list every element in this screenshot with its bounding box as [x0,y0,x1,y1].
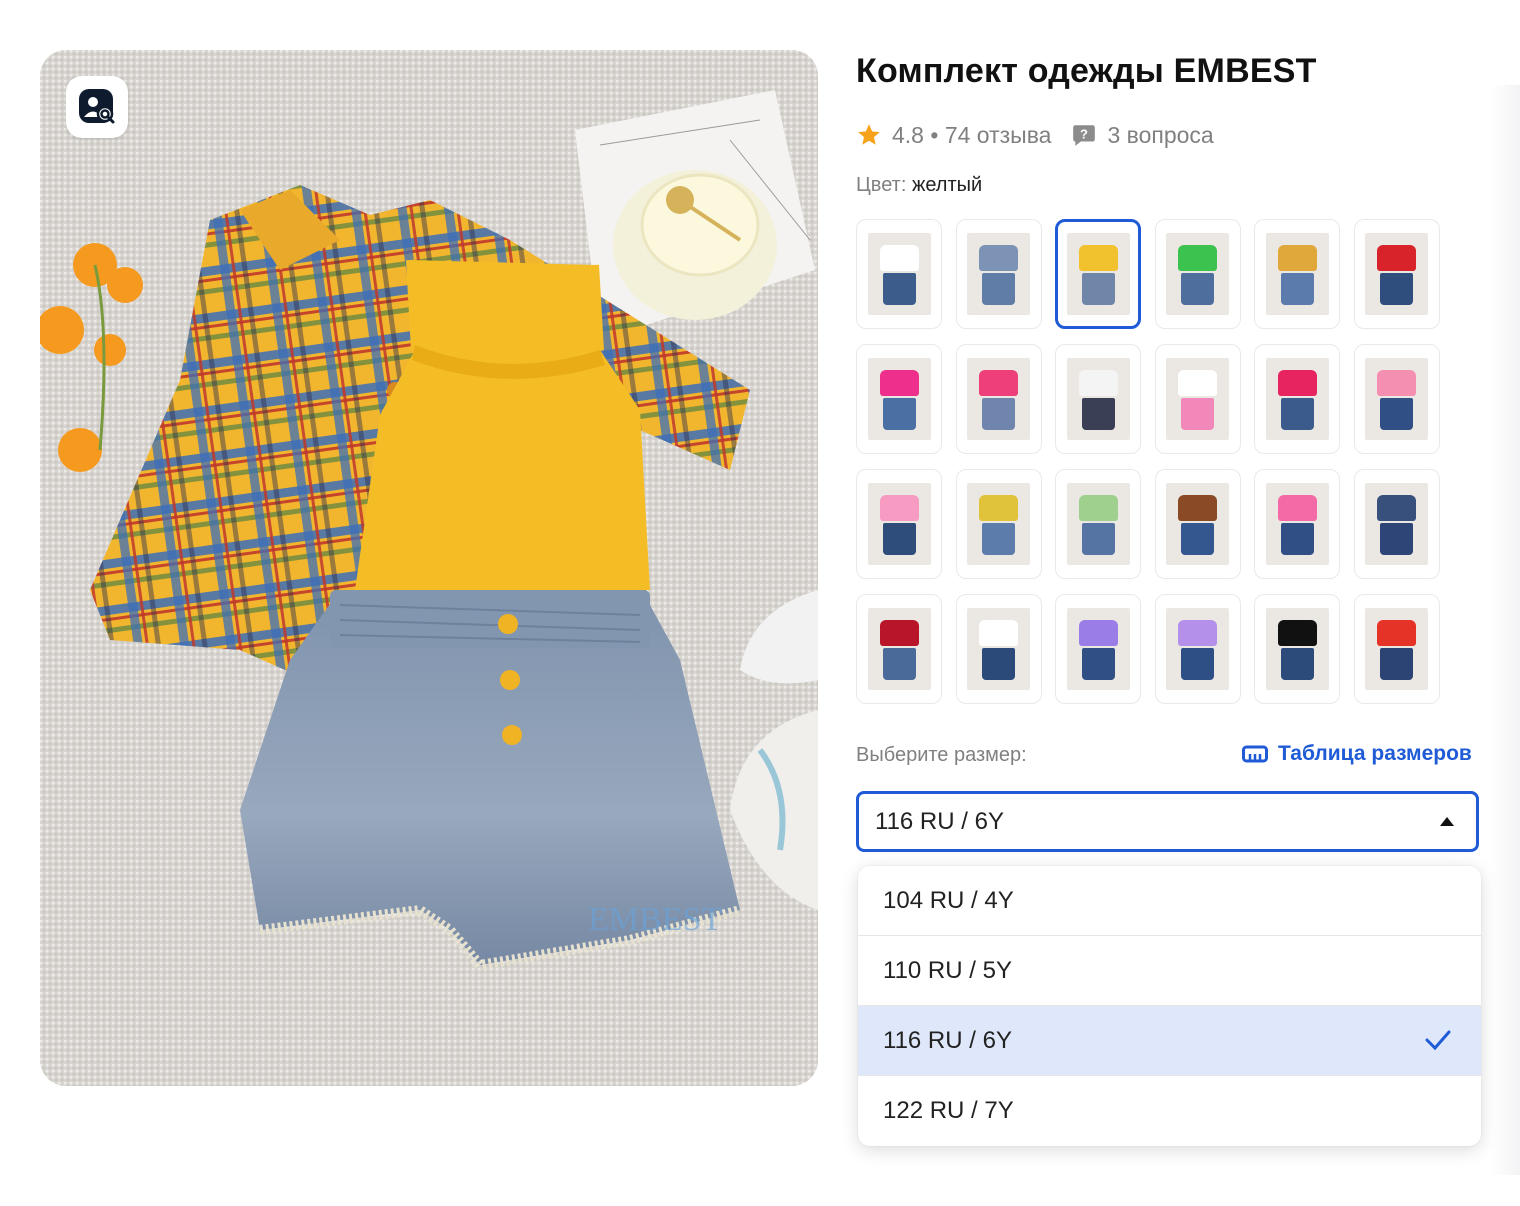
swatch-thumbnail [1265,608,1329,690]
swatch-thumbnail [867,483,931,565]
product-image: EMBEST [40,50,818,1086]
color-swatch[interactable] [1154,594,1241,704]
checkmark-icon [1425,1030,1451,1051]
size-option[interactable]: 104 RU / 4Y [858,866,1481,936]
color-swatch[interactable] [1254,344,1341,454]
size-label: Выберите размер: [856,744,1027,766]
image-search-icon [79,89,115,124]
size-dropdown: 104 RU / 4Y 110 RU / 5Y 116 RU / 6Y 122 RU … [858,866,1481,1146]
swatch-thumbnail [867,358,931,440]
swatch-thumbnail [1166,608,1230,690]
swatch-thumbnail [1265,358,1329,440]
reviews-link[interactable]: • 74 отзыва [930,122,1051,149]
outfit-illustration: EMBEST [40,90,818,971]
swatch-thumbnail [1166,483,1230,565]
size-option[interactable]: 116 RU / 6Y [858,1006,1481,1076]
size-option[interactable]: 122 RU / 7Y [858,1076,1481,1146]
swatch-thumbnail [1365,608,1429,690]
swatch-thumbnail [867,608,931,690]
color-swatch[interactable] [856,344,942,454]
swatch-thumbnail [1265,233,1329,315]
page-edge-shadow [1490,85,1520,1175]
color-swatch[interactable] [856,594,942,704]
color-swatch[interactable] [856,219,942,329]
swatch-thumbnail [1365,483,1429,565]
swatch-thumbnail [1365,233,1429,315]
color-swatch[interactable] [1353,344,1440,454]
swatch-thumbnail [967,233,1031,315]
color-label: Цвет: желтый [856,174,983,196]
color-value: желтый [911,174,983,196]
color-swatch[interactable] [1353,219,1440,329]
swatch-thumbnail [1166,233,1230,315]
swatch-thumbnail [1066,608,1130,690]
size-table-link[interactable]: Таблица размеров [1242,742,1472,766]
star-icon [858,124,880,145]
color-swatch[interactable] [1055,594,1142,704]
color-swatch[interactable] [1254,594,1341,704]
color-swatch[interactable] [1254,469,1341,579]
color-swatch[interactable] [955,594,1042,704]
color-swatch[interactable] [1353,469,1440,579]
color-swatch[interactable] [1055,219,1142,329]
rating-value[interactable]: 4.8 [892,122,924,149]
swatch-thumbnail [1265,483,1329,565]
color-swatch-grid [856,219,1446,704]
product-meta: 4.8 • 74 отзыва ? 3 вопроса [856,118,1214,152]
color-swatch[interactable] [955,219,1042,329]
color-swatch[interactable] [1254,219,1341,329]
image-search-button[interactable] [66,76,128,138]
color-swatch[interactable] [1055,344,1142,454]
color-swatch[interactable] [1154,469,1241,579]
svg-text:?: ? [1080,126,1088,141]
product-title: Комплект одежды EMBEST [856,52,1317,90]
color-swatch[interactable] [1154,344,1241,454]
swatch-thumbnail [1066,233,1130,315]
size-select-value: 116 RU / 6Y [875,807,1004,835]
swatch-thumbnail [1365,358,1429,440]
size-select[interactable]: 116 RU / 6Y [856,791,1479,852]
swatch-thumbnail [967,608,1031,690]
caret-up-icon [1440,817,1454,826]
color-swatch[interactable] [1055,469,1142,579]
color-swatch[interactable] [1353,594,1440,704]
swatch-thumbnail [967,358,1031,440]
color-swatch[interactable] [1154,219,1241,329]
watermark: EMBEST [588,901,722,938]
swatch-thumbnail [867,233,931,315]
color-swatch[interactable] [856,469,942,579]
size-option[interactable]: 110 RU / 5Y [858,936,1481,1006]
color-swatch[interactable] [955,469,1042,579]
swatch-thumbnail [1166,358,1230,440]
swatch-thumbnail [967,483,1031,565]
ruler-icon [1242,745,1268,763]
color-swatch[interactable] [955,344,1042,454]
questions-link[interactable]: 3 вопроса [1107,122,1213,149]
swatch-thumbnail [1066,483,1130,565]
swatch-thumbnail [1066,358,1130,440]
question-icon: ? [1073,125,1096,146]
